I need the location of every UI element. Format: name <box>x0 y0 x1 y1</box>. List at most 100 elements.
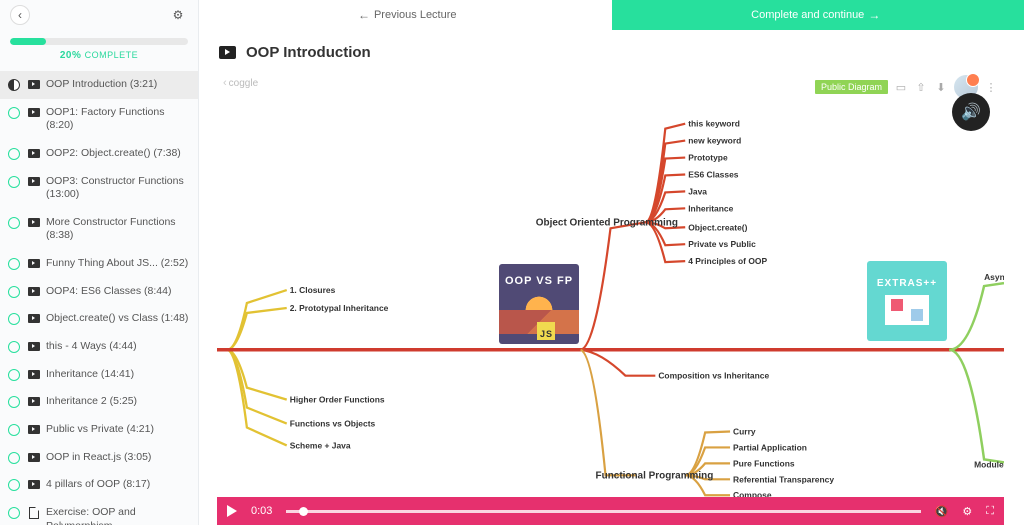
settings-button[interactable]: ⚙ <box>168 5 188 25</box>
lecture-label: More Constructor Functions (8:38) <box>46 216 190 243</box>
svg-text:Functions vs Objects: Functions vs Objects <box>290 419 376 429</box>
lecture-item[interactable]: Object.create() vs Class (1:48) <box>0 305 198 333</box>
mute-button[interactable]: 🔇 <box>935 505 949 518</box>
lecture-item[interactable]: 4 pillars of OOP (8:17) <box>0 471 198 499</box>
status-icon <box>8 341 20 353</box>
video-icon <box>28 177 40 186</box>
seek-bar[interactable] <box>286 510 920 513</box>
lecture-item[interactable]: OOP3: Constructor Functions (13:00) <box>0 168 198 209</box>
arrow-right-icon: → <box>868 8 880 22</box>
lecture-item[interactable]: Public vs Private (4:21) <box>0 416 198 444</box>
status-icon <box>8 313 20 325</box>
status-icon <box>8 217 20 229</box>
lecture-label: OOP Introduction (3:21) <box>46 78 190 92</box>
extras-card: EXTRAS++ <box>867 261 947 341</box>
current-time: 0:03 <box>251 505 272 517</box>
status-icon <box>8 507 20 519</box>
chevron-left-icon: ‹ <box>18 8 22 22</box>
video-icon <box>28 370 40 379</box>
gear-icon: ⚙ <box>173 8 184 22</box>
lecture-label: OOP2: Object.create() (7:38) <box>46 147 190 161</box>
status-icon <box>8 452 20 464</box>
card-label: EXTRAS++ <box>877 278 937 289</box>
progress-bar <box>10 38 188 45</box>
lecture-item[interactable]: OOP2: Object.create() (7:38) <box>0 140 198 168</box>
lecture-item[interactable]: OOP Introduction (3:21) <box>0 71 198 99</box>
progress-fill <box>10 38 46 45</box>
lecture-item[interactable]: Funny Thing About JS... (2:52) <box>0 250 198 278</box>
lecture-label: Inheritance 2 (5:25) <box>46 395 190 409</box>
progress-label: 20% COMPLETE <box>10 45 188 67</box>
video-icon <box>28 80 40 89</box>
svg-text:Composition vs Inheritance: Composition vs Inheritance <box>658 371 769 381</box>
lecture-item[interactable]: OOP in React.js (3:05) <box>0 444 198 472</box>
lecture-item[interactable]: OOP4: ES6 Classes (8:44) <box>0 278 198 306</box>
svg-text:1. Closures: 1. Closures <box>290 285 336 295</box>
video-icon <box>28 425 40 434</box>
svg-text:new keyword: new keyword <box>688 136 741 146</box>
status-icon <box>8 479 20 491</box>
svg-text:Pure Functions: Pure Functions <box>733 458 795 468</box>
next-label: Complete and continue <box>751 9 864 21</box>
video-icon <box>28 342 40 351</box>
video-icon <box>28 397 40 406</box>
svg-text:Asyn: Asyn <box>984 272 1004 282</box>
status-icon <box>8 176 20 188</box>
lecture-label: OOP1: Factory Functions (8:20) <box>46 106 190 133</box>
svg-text:2. Prototypal Inheritance: 2. Prototypal Inheritance <box>290 303 389 313</box>
fullscreen-button[interactable]: ⛶ <box>986 505 994 518</box>
svg-text:Partial Application: Partial Application <box>733 442 807 452</box>
lecture-label: Object.create() vs Class (1:48) <box>46 312 190 326</box>
lecture-label: Exercise: OOP and Polymorphism <box>46 506 190 525</box>
card-label: OOP VS FP <box>505 275 573 287</box>
video-player[interactable]: ‹coggle Public Diagram ▭ ⇧ ⬇ ⋮ 🔊 <box>217 71 1004 525</box>
svg-text:Java: Java <box>688 186 707 196</box>
svg-text:Inheritance: Inheritance <box>688 203 733 213</box>
seek-handle[interactable] <box>299 507 308 516</box>
player-controls: 0:03 🔇 ⚙ ⛶ <box>217 497 1004 525</box>
lecture-item[interactable]: Inheritance (14:41) <box>0 361 198 389</box>
lecture-label: Public vs Private (4:21) <box>46 423 190 437</box>
svg-text:Referential Transparency: Referential Transparency <box>733 474 834 484</box>
oop-vs-fp-card: OOP VS FP JS <box>499 264 579 344</box>
play-button[interactable] <box>227 505 237 517</box>
lecture-item[interactable]: More Constructor Functions (8:38) <box>0 209 198 250</box>
svg-text:4 Principles of OOP: 4 Principles of OOP <box>688 256 767 266</box>
svg-text:ES6 Classes: ES6 Classes <box>688 169 739 179</box>
status-icon <box>8 369 20 381</box>
svg-text:Higher Order Functions: Higher Order Functions <box>290 395 385 405</box>
lecture-nav: ← Previous Lecture Complete and continue → <box>199 0 1024 30</box>
status-icon <box>8 286 20 298</box>
lecture-item[interactable]: Inheritance 2 (5:25) <box>0 388 198 416</box>
status-icon <box>8 148 20 160</box>
video-icon <box>28 259 40 268</box>
lecture-item[interactable]: OOP1: Factory Functions (8:20) <box>0 99 198 140</box>
complete-continue-button[interactable]: Complete and continue → <box>612 0 1024 30</box>
course-sidebar: ‹ ⚙ 20% COMPLETE OOP Introduction (3:21)… <box>0 0 199 525</box>
status-icon <box>8 79 20 91</box>
prev-label: Previous Lecture <box>374 9 457 21</box>
lecture-label: OOP4: ES6 Classes (8:44) <box>46 285 190 299</box>
lecture-item[interactable]: Exercise: OOP and Polymorphism <box>0 499 198 525</box>
video-icon <box>28 287 40 296</box>
video-icon <box>28 108 40 117</box>
progress-area: 20% COMPLETE <box>0 30 198 71</box>
lecture-list[interactable]: OOP Introduction (3:21) OOP1: Factory Fu… <box>0 71 198 525</box>
lecture-label: Inheritance (14:41) <box>46 368 190 382</box>
video-icon <box>219 46 236 59</box>
lecture-label: 4 pillars of OOP (8:17) <box>46 478 190 492</box>
prev-lecture-button[interactable]: ← Previous Lecture <box>199 0 612 30</box>
svg-text:Private vs Public: Private vs Public <box>688 239 756 249</box>
video-icon <box>28 453 40 462</box>
svg-text:Curry: Curry <box>733 426 756 436</box>
video-icon <box>28 480 40 489</box>
lecture-label: Funny Thing About JS... (2:52) <box>46 257 190 271</box>
settings-button[interactable]: ⚙ <box>962 505 972 518</box>
file-icon <box>29 507 39 519</box>
lecture-item[interactable]: this - 4 Ways (4:44) <box>0 333 198 361</box>
video-icon <box>28 149 40 158</box>
arrow-left-icon: ← <box>358 8 370 22</box>
lecture-label: OOP in React.js (3:05) <box>46 451 190 465</box>
status-icon <box>8 258 20 270</box>
back-button[interactable]: ‹ <box>10 5 30 25</box>
